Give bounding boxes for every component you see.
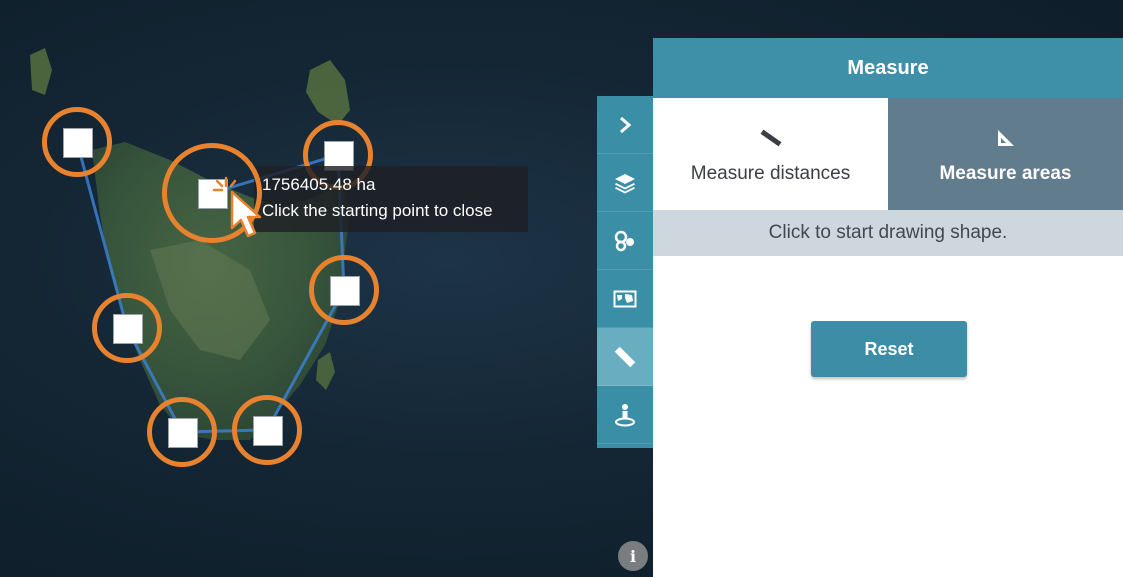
analysis-icon bbox=[614, 230, 634, 251]
reset-button[interactable]: Reset bbox=[811, 321, 967, 377]
measure-tooltip: 1756405.48 ha Click the starting point t… bbox=[254, 166, 528, 232]
pointer-cursor-icon bbox=[212, 176, 262, 238]
measure-tool-button[interactable] bbox=[597, 328, 653, 386]
measure-tabs: Measure distances Measure areas bbox=[653, 98, 1123, 210]
info-icon: i bbox=[629, 546, 637, 566]
tool-sidebar bbox=[597, 96, 653, 448]
info-button[interactable]: i bbox=[618, 541, 648, 571]
basemap-icon bbox=[613, 290, 637, 307]
instruction-text: Click to start drawing shape. bbox=[653, 210, 1123, 256]
ruler-icon bbox=[614, 346, 636, 367]
panel-title: Measure bbox=[653, 38, 1123, 98]
location-person-icon bbox=[615, 403, 635, 426]
vertex-square[interactable] bbox=[330, 276, 360, 306]
locate-button[interactable] bbox=[597, 386, 653, 444]
vertex-square[interactable] bbox=[253, 416, 283, 446]
vertex-square[interactable] bbox=[113, 314, 143, 344]
layers-button[interactable] bbox=[597, 154, 653, 212]
vertex-handle[interactable] bbox=[92, 293, 162, 363]
vertex-square[interactable] bbox=[63, 128, 93, 158]
vertex-handle[interactable] bbox=[147, 397, 217, 467]
ruler-icon bbox=[760, 129, 781, 147]
measure-panel: Measure Measure distances Measure areas … bbox=[653, 38, 1123, 577]
close-hint: Click the starting point to close bbox=[262, 201, 493, 220]
area-readout: 1756405.48 ha bbox=[262, 175, 376, 194]
collapse-panel-button[interactable] bbox=[597, 96, 653, 154]
vertex-handle[interactable] bbox=[309, 255, 379, 325]
tab-measure-areas[interactable]: Measure areas bbox=[888, 98, 1123, 210]
set-square-icon bbox=[997, 130, 1014, 146]
vertex-handle[interactable] bbox=[232, 395, 302, 465]
layers-icon bbox=[615, 173, 635, 193]
vertex-square[interactable] bbox=[168, 418, 198, 448]
vertex-handle[interactable] bbox=[42, 107, 112, 177]
basemap-button[interactable] bbox=[597, 270, 653, 328]
tab-label: Measure distances bbox=[690, 163, 851, 184]
analysis-button[interactable] bbox=[597, 212, 653, 270]
tab-measure-distances[interactable]: Measure distances bbox=[653, 98, 888, 210]
tab-label: Measure areas bbox=[939, 163, 1072, 184]
chevron-right-icon bbox=[620, 116, 632, 133]
